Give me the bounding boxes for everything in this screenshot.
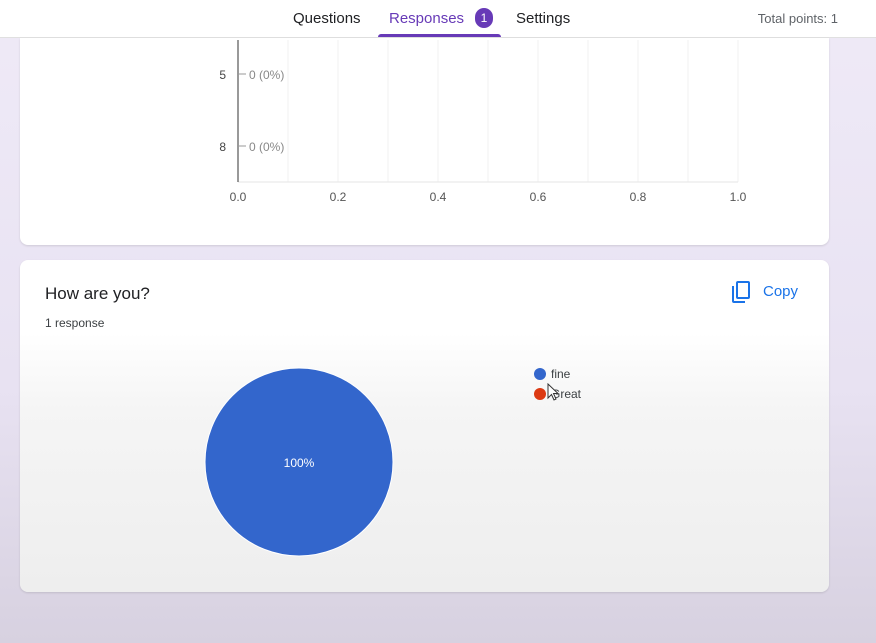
- mouse-cursor-icon: [547, 383, 560, 401]
- pie-slice-label: 100%: [284, 456, 315, 470]
- legend-swatch: [534, 368, 546, 380]
- pie-chart: 100%: [204, 367, 394, 557]
- legend-label: fine: [551, 367, 571, 381]
- legend-swatch: [534, 388, 546, 400]
